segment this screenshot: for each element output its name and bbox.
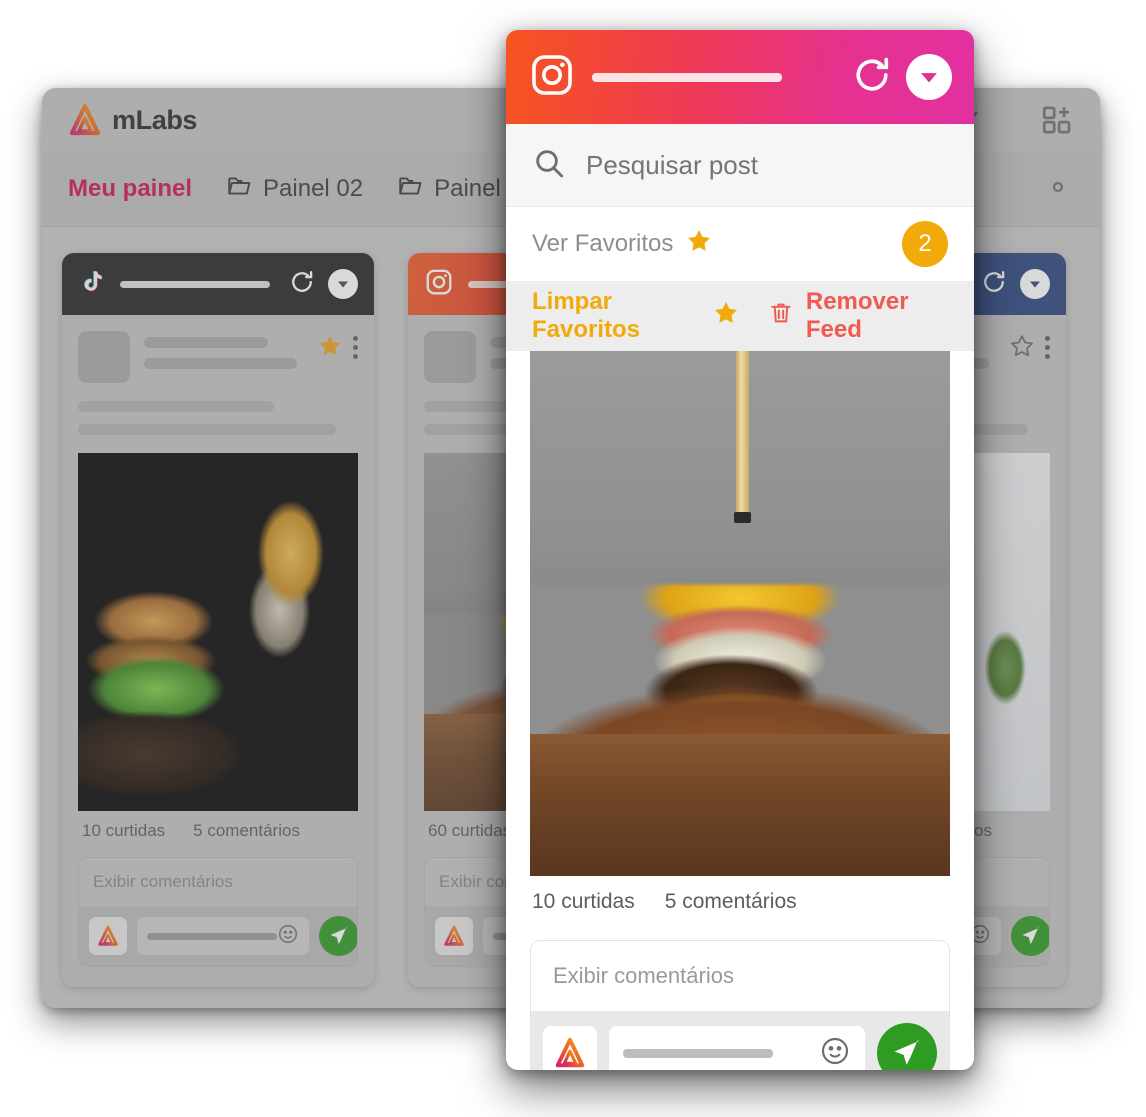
remove-feed-button[interactable]: Remover Feed (768, 288, 948, 344)
favorites-count-badge: 2 (902, 221, 948, 267)
mlabs-logo-icon (68, 103, 102, 137)
mlabs-avatar-icon (543, 1026, 597, 1070)
send-paperplane-icon[interactable] (1011, 916, 1049, 956)
refresh-icon[interactable] (288, 268, 316, 301)
tiktok-icon (78, 268, 106, 301)
view-favorites-label: Ver Favoritos (532, 230, 674, 257)
star-outline-icon[interactable] (1009, 333, 1035, 364)
post-caption-skeleton (78, 401, 358, 435)
popup-header-actions (850, 53, 952, 102)
send-paperplane-icon[interactable] (877, 1023, 937, 1070)
instagram-feed-popup: Pesquisar post Ver Favoritos 2 Limpar Fa… (506, 30, 974, 1070)
post-actions (317, 331, 358, 364)
star-filled-icon[interactable] (317, 333, 343, 364)
avatar (78, 331, 130, 383)
folder-icon (226, 173, 252, 206)
view-favorites-label-group: Ver Favoritos (532, 227, 713, 262)
avatar (424, 331, 476, 383)
popup-action-row: Limpar Favoritos Remover Feed (506, 281, 974, 351)
tab-painel-02[interactable]: Painel 02 (226, 173, 363, 206)
post-image[interactable] (78, 453, 358, 811)
chevron-down-icon[interactable] (328, 269, 358, 299)
account-name-placeholder (592, 72, 782, 82)
send-paperplane-icon[interactable] (319, 916, 357, 956)
card-body: 10 curtidas 5 comentários Exibir comentá… (62, 315, 374, 987)
instagram-icon (424, 267, 454, 302)
comment-input-row (79, 906, 357, 966)
card-header (62, 253, 374, 315)
remove-feed-label: Remover Feed (805, 288, 909, 343)
view-favorites-row[interactable]: Ver Favoritos 2 (506, 207, 974, 281)
post-author-skeleton (78, 331, 358, 383)
emoji-smile-icon[interactable] (277, 923, 299, 950)
account-name-placeholder (120, 280, 270, 288)
comments-count: 5 comentários (193, 821, 300, 840)
refresh-icon[interactable] (980, 268, 1008, 301)
apps-add-icon[interactable] (1040, 103, 1074, 137)
emoji-smile-icon[interactable] (819, 1035, 851, 1071)
gear-icon[interactable] (1042, 171, 1074, 208)
tab-label: Painel 02 (263, 175, 364, 202)
tab-label: Meu painel (68, 175, 193, 202)
likes-count: 10 curtidas (82, 821, 166, 840)
folder-icon (397, 173, 423, 206)
instagram-icon (528, 51, 576, 104)
popup-header (506, 30, 974, 124)
image-wood-board (530, 734, 950, 876)
star-filled-icon (712, 299, 740, 334)
search-input[interactable]: Pesquisar post (586, 150, 758, 181)
card-header-actions (980, 268, 1050, 301)
likes-count: 10 curtidas (532, 890, 635, 913)
popup-search-bar[interactable]: Pesquisar post (506, 124, 974, 207)
kebab-menu-icon[interactable] (353, 333, 358, 359)
image-skewer (733, 351, 751, 523)
clear-favorites-button[interactable]: Limpar Favoritos (532, 288, 740, 344)
comment-input[interactable] (137, 917, 309, 955)
show-comments-link[interactable]: Exibir comentários (79, 858, 357, 906)
popup-comment-box: Exibir comentários (530, 940, 950, 1070)
trash-icon (768, 300, 794, 333)
popup-post-image[interactable] (530, 351, 950, 876)
brand[interactable]: mLabs (68, 103, 197, 137)
post-meta: 10 curtidas 5 comentários (78, 811, 358, 843)
mlabs-avatar-icon (435, 917, 473, 955)
post-actions (1009, 331, 1050, 364)
chevron-down-icon[interactable] (1020, 269, 1050, 299)
popup-post-meta: 10 curtidas 5 comentários (506, 876, 974, 918)
likes-count: 60 curtidas (428, 821, 512, 840)
brand-name: mLabs (112, 104, 198, 135)
feed-card-tiktok: 10 curtidas 5 comentários Exibir comentá… (62, 253, 374, 987)
clear-favorites-label: Limpar Favoritos (532, 288, 641, 343)
comment-input[interactable] (609, 1026, 865, 1070)
show-comments-link[interactable]: Exibir comentários (531, 941, 949, 1011)
tab-meu-painel[interactable]: Meu painel (68, 175, 192, 203)
mlabs-avatar-icon (89, 917, 127, 955)
refresh-icon[interactable] (850, 53, 894, 102)
author-lines (144, 331, 303, 369)
comments-count: 5 comentários (664, 890, 797, 913)
card-header-actions (288, 268, 358, 301)
comment-box: Exibir comentários (78, 857, 358, 967)
comment-input-row (531, 1011, 949, 1070)
kebab-menu-icon[interactable] (1045, 333, 1050, 359)
search-icon (532, 146, 566, 185)
chevron-down-icon[interactable] (906, 54, 952, 100)
star-filled-icon (685, 227, 713, 262)
